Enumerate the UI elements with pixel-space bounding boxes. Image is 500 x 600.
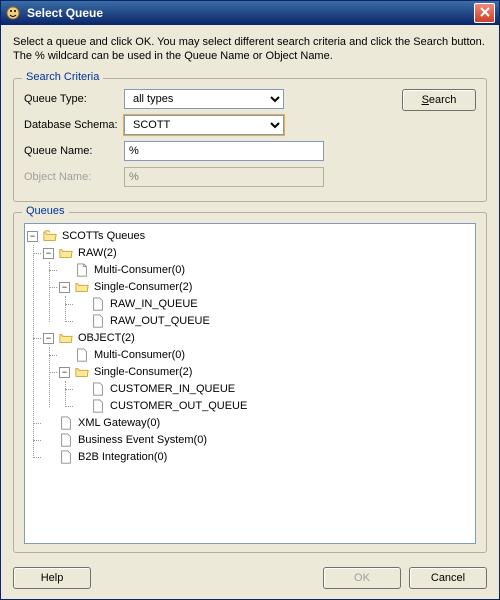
object-name-label: Object Name: xyxy=(24,171,124,183)
folder-open-icon xyxy=(74,364,90,380)
button-bar: Help OK Cancel xyxy=(1,559,499,599)
tree-label: B2B Integration(0) xyxy=(78,451,167,463)
tree-label: RAW_OUT_QUEUE xyxy=(110,315,210,327)
file-icon xyxy=(90,398,106,414)
tree-leaf-cust-in[interactable]: − CUSTOMER_IN_QUEUE xyxy=(75,381,473,398)
file-icon xyxy=(58,432,74,448)
queue-type-select[interactable]: all types xyxy=(124,89,284,109)
tree-label: RAW_IN_QUEUE xyxy=(110,298,198,310)
tree-node-bes[interactable]: − Business Event System(0) xyxy=(43,432,473,449)
queue-name-label: Queue Name: xyxy=(24,145,124,157)
tree-label: Multi-Consumer(0) xyxy=(94,349,185,361)
tree-node-obj-single[interactable]: − Single-Consumer(2) − xyxy=(59,364,473,415)
minus-icon[interactable]: − xyxy=(59,282,70,293)
queue-type-label: Queue Type: xyxy=(24,93,124,105)
minus-icon[interactable]: − xyxy=(43,333,54,344)
instructions-text: Select a queue and click OK. You may sel… xyxy=(13,35,487,64)
db-schema-label: Database Schema: xyxy=(24,119,124,131)
file-icon xyxy=(74,347,90,363)
file-icon xyxy=(90,313,106,329)
tree-label: OBJECT(2) xyxy=(78,332,135,344)
tree-label: Business Event System(0) xyxy=(78,434,207,446)
search-criteria-legend: Search Criteria xyxy=(22,71,103,83)
close-button[interactable] xyxy=(474,3,495,23)
help-button[interactable]: Help xyxy=(13,567,91,589)
dialog-content: Select a queue and click OK. You may sel… xyxy=(1,25,499,559)
tree-node-raw[interactable]: − RAW(2) − Multi-Consumer(0) xyxy=(43,245,473,330)
search-button-text: earch xyxy=(429,94,457,106)
tree-node-obj-multi[interactable]: − Multi-Consumer(0) xyxy=(59,347,473,364)
app-icon xyxy=(5,5,21,21)
file-icon xyxy=(74,262,90,278)
file-icon xyxy=(58,415,74,431)
minus-icon[interactable]: − xyxy=(59,367,70,378)
minus-icon[interactable]: − xyxy=(43,248,54,259)
title-bar: Select Queue xyxy=(1,1,499,25)
queues-group: Queues − SCOTTs Queues − xyxy=(13,212,487,553)
tree-node-b2b[interactable]: − B2B Integration(0) xyxy=(43,449,473,466)
tree-label: CUSTOMER_OUT_QUEUE xyxy=(110,400,247,412)
close-icon xyxy=(480,7,490,20)
file-icon xyxy=(90,296,106,312)
tree-label: RAW(2) xyxy=(78,247,117,259)
file-icon xyxy=(90,381,106,397)
tree-leaf-cust-out[interactable]: − CUSTOMER_OUT_QUEUE xyxy=(75,398,473,415)
tree-node-xml-gateway[interactable]: − XML Gateway(0) xyxy=(43,415,473,432)
search-button[interactable]: Search xyxy=(402,89,476,111)
cancel-button[interactable]: Cancel xyxy=(409,567,487,589)
folder-open-icon xyxy=(74,279,90,295)
file-icon xyxy=(58,449,74,465)
db-schema-select[interactable]: SCOTT xyxy=(124,115,284,135)
queues-tree[interactable]: − SCOTTs Queues − RAW(2) xyxy=(24,223,476,544)
tree-label: Multi-Consumer(0) xyxy=(94,264,185,276)
tree-node-object[interactable]: − OBJECT(2) − Multi-Consumer(0) xyxy=(43,330,473,415)
folder-open-icon xyxy=(42,228,58,244)
tree-root[interactable]: − SCOTTs Queues − RAW(2) xyxy=(27,228,473,466)
ok-button: OK xyxy=(323,567,401,589)
tree-label: XML Gateway(0) xyxy=(78,417,160,429)
tree-node-raw-multi[interactable]: − Multi-Consumer(0) xyxy=(59,262,473,279)
tree-label: Single-Consumer(2) xyxy=(94,366,192,378)
tree-label: CUSTOMER_IN_QUEUE xyxy=(110,383,235,395)
queues-legend: Queues xyxy=(22,205,69,217)
minus-icon[interactable]: − xyxy=(27,231,38,242)
tree-node-raw-single[interactable]: − Single-Consumer(2) − xyxy=(59,279,473,330)
tree-leaf-raw-in[interactable]: − RAW_IN_QUEUE xyxy=(75,296,473,313)
folder-open-icon xyxy=(58,330,74,346)
tree-label: Single-Consumer(2) xyxy=(94,281,192,293)
window-title: Select Queue xyxy=(27,6,474,20)
search-criteria-group: Search Criteria Queue Type: all types Da… xyxy=(13,78,487,202)
queue-name-input[interactable] xyxy=(124,141,324,161)
folder-open-icon xyxy=(58,245,74,261)
object-name-input xyxy=(124,167,324,187)
tree-leaf-raw-out[interactable]: − RAW_OUT_QUEUE xyxy=(75,313,473,330)
tree-label: SCOTTs Queues xyxy=(62,230,145,242)
